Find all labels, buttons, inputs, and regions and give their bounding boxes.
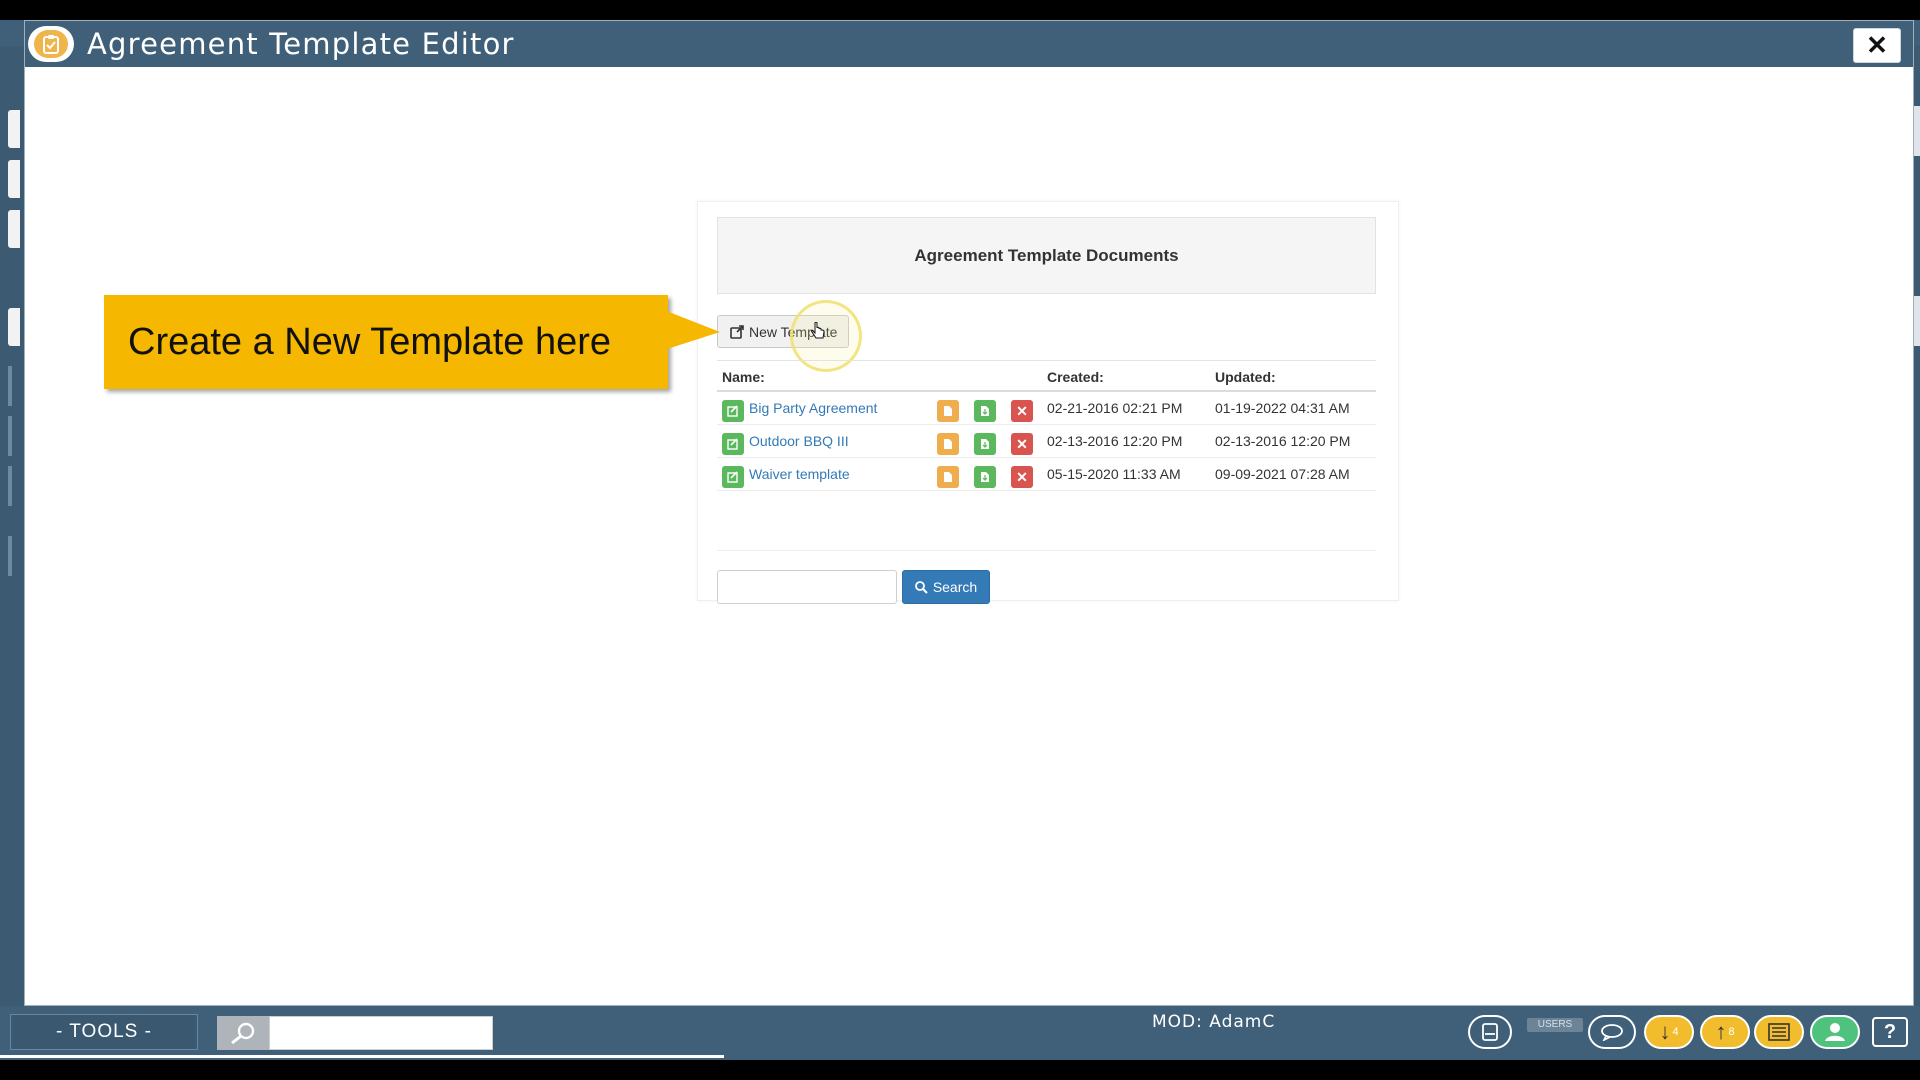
close-button[interactable]: ✕ bbox=[1853, 28, 1901, 63]
table-header: Name: Created: Updated: bbox=[717, 360, 1376, 392]
left-side-panel bbox=[0, 46, 24, 1006]
search-input[interactable] bbox=[717, 570, 897, 604]
search-icon bbox=[914, 580, 928, 594]
delete-icon[interactable]: ✕ bbox=[1011, 400, 1033, 422]
copy-document-icon[interactable] bbox=[937, 400, 959, 422]
column-created-header: Created: bbox=[1047, 369, 1104, 385]
column-name-header: Name: bbox=[722, 369, 765, 385]
search-icon bbox=[231, 1022, 255, 1045]
table-row: Big Party Agreement ✕ 02-21-2016 02:21 P… bbox=[717, 392, 1376, 425]
created-date: 02-13-2016 12:20 PM bbox=[1047, 433, 1183, 449]
window-title: Agreement Template Editor bbox=[87, 27, 515, 61]
created-date: 02-21-2016 02:21 PM bbox=[1047, 400, 1183, 416]
external-link-icon bbox=[730, 324, 744, 339]
taskbar-search-input[interactable] bbox=[269, 1016, 493, 1050]
delete-icon[interactable]: ✕ bbox=[1011, 433, 1033, 455]
side-divider bbox=[8, 466, 12, 506]
updated-date: 02-13-2016 12:20 PM bbox=[1215, 433, 1351, 449]
bottom-taskbar: - TOOLS - MOD: AdamC USERS ↓ 4 ↑ 8 ? bbox=[0, 1006, 1920, 1060]
notes-tray-button[interactable] bbox=[1754, 1014, 1804, 1050]
edit-icon[interactable] bbox=[722, 466, 744, 488]
template-name-link[interactable]: Outdoor BBQ III bbox=[749, 433, 849, 449]
updated-date: 01-19-2022 04:31 AM bbox=[1215, 400, 1350, 416]
users-label: USERS bbox=[1527, 1018, 1583, 1032]
download-count: 4 bbox=[1672, 1026, 1679, 1038]
side-tab[interactable] bbox=[8, 308, 20, 346]
panel-heading: Agreement Template Documents bbox=[717, 217, 1376, 294]
download-arrow-icon: ↓ 4 bbox=[1644, 1015, 1694, 1049]
template-name-link[interactable]: Big Party Agreement bbox=[749, 400, 877, 416]
search-button[interactable]: Search bbox=[902, 570, 990, 604]
copy-document-icon[interactable] bbox=[937, 466, 959, 488]
side-tab[interactable] bbox=[1914, 296, 1920, 346]
download-icon[interactable] bbox=[974, 400, 996, 422]
search-button-label: Search bbox=[932, 579, 978, 595]
created-date: 05-15-2020 11:33 AM bbox=[1047, 466, 1181, 482]
copy-document-icon[interactable] bbox=[937, 433, 959, 455]
side-tab[interactable] bbox=[1914, 106, 1920, 156]
side-divider bbox=[8, 536, 12, 576]
clipboard-check-icon bbox=[28, 26, 74, 62]
new-template-button[interactable]: New Template bbox=[717, 315, 849, 348]
window-titlebar: Agreement Template Editor ✕ bbox=[25, 21, 1913, 67]
save-tray-button[interactable] bbox=[1468, 1014, 1512, 1050]
chat-tray-button[interactable] bbox=[1588, 1014, 1636, 1050]
side-tab[interactable] bbox=[8, 160, 20, 198]
edit-icon[interactable] bbox=[722, 400, 744, 422]
progress-line bbox=[0, 1055, 724, 1058]
upload-count: 8 bbox=[1728, 1026, 1735, 1038]
side-divider bbox=[8, 366, 12, 406]
download-icon[interactable] bbox=[974, 433, 996, 455]
divider bbox=[717, 550, 1376, 551]
agreement-template-editor-window: Agreement Template Editor ✕ Agreement Te… bbox=[24, 20, 1914, 1006]
moderator-label: MOD: AdamC bbox=[1152, 1012, 1276, 1032]
upload-arrow-icon: ↑ 8 bbox=[1700, 1015, 1750, 1049]
taskbar-search-button[interactable] bbox=[217, 1016, 269, 1050]
chat-bubble-icon bbox=[1588, 1015, 1636, 1049]
save-icon bbox=[1468, 1015, 1512, 1049]
tools-menu-button[interactable]: - TOOLS - bbox=[10, 1014, 198, 1050]
table-row: Waiver template ✕ 05-15-2020 11:33 AM 09… bbox=[717, 458, 1376, 491]
edit-icon[interactable] bbox=[722, 433, 744, 455]
table-row: Outdoor BBQ III ✕ 02-13-2016 12:20 PM 02… bbox=[717, 425, 1376, 458]
callout-pointer bbox=[664, 310, 720, 350]
updated-date: 09-09-2021 07:28 AM bbox=[1215, 466, 1350, 482]
help-tray-button[interactable]: ? bbox=[1872, 1014, 1908, 1050]
download-icon[interactable] bbox=[974, 466, 996, 488]
help-icon: ? bbox=[1872, 1017, 1908, 1047]
hand-cursor-icon bbox=[811, 322, 825, 339]
user-profile-icon bbox=[1810, 1015, 1860, 1049]
template-documents-panel: Agreement Template Documents New Templat… bbox=[697, 201, 1399, 604]
template-name-link[interactable]: Waiver template bbox=[749, 466, 850, 482]
side-divider bbox=[8, 416, 12, 456]
download-tray-button[interactable]: ↓ 4 bbox=[1644, 1014, 1694, 1050]
side-tab[interactable] bbox=[8, 210, 20, 248]
delete-icon[interactable]: ✕ bbox=[1011, 466, 1033, 488]
upload-tray-button[interactable]: ↑ 8 bbox=[1700, 1014, 1750, 1050]
notes-icon bbox=[1754, 1015, 1804, 1049]
instruction-callout: Create a New Template here bbox=[104, 295, 668, 389]
side-tab[interactable] bbox=[8, 110, 20, 148]
column-updated-header: Updated: bbox=[1215, 369, 1276, 385]
user-tray-button[interactable] bbox=[1810, 1014, 1860, 1050]
